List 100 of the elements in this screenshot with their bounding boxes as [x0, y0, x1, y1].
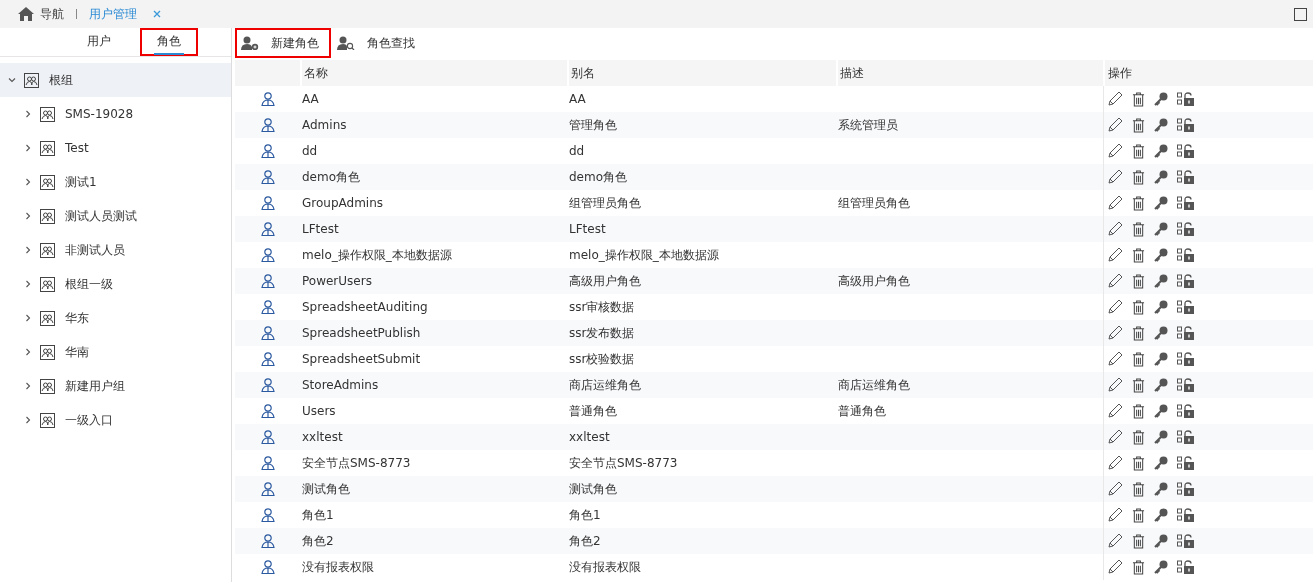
delete-icon[interactable] — [1132, 377, 1145, 393]
chevron-right-icon[interactable] — [24, 110, 32, 118]
key-icon[interactable] — [1154, 196, 1168, 210]
permission-lock-icon[interactable] — [1177, 508, 1194, 522]
edit-icon[interactable] — [1107, 273, 1123, 289]
edit-icon[interactable] — [1107, 325, 1123, 341]
find-role-button[interactable]: 角色查找 — [331, 28, 427, 58]
sidebar-tab[interactable]: 用户 — [70, 28, 128, 56]
delete-icon[interactable] — [1132, 273, 1145, 289]
permission-lock-icon[interactable] — [1177, 222, 1194, 236]
tree-item[interactable]: 测试人员测试 — [0, 199, 231, 233]
key-icon[interactable] — [1154, 300, 1168, 314]
permission-lock-icon[interactable] — [1177, 326, 1194, 340]
key-icon[interactable] — [1154, 430, 1168, 444]
tree-item[interactable]: 华南 — [0, 335, 231, 369]
permission-lock-icon[interactable] — [1177, 352, 1194, 366]
key-icon[interactable] — [1154, 118, 1168, 132]
tree-item[interactable]: 华东 — [0, 301, 231, 335]
key-icon[interactable] — [1154, 170, 1168, 184]
chevron-down-icon[interactable] — [8, 76, 16, 84]
close-icon[interactable] — [153, 10, 161, 18]
chevron-right-icon[interactable] — [24, 348, 32, 356]
delete-icon[interactable] — [1132, 195, 1145, 211]
key-icon[interactable] — [1154, 92, 1168, 106]
permission-lock-icon[interactable] — [1177, 248, 1194, 262]
permission-lock-icon[interactable] — [1177, 118, 1194, 132]
edit-icon[interactable] — [1107, 481, 1123, 497]
delete-icon[interactable] — [1132, 481, 1145, 497]
permission-lock-icon[interactable] — [1177, 170, 1194, 184]
permission-lock-icon[interactable] — [1177, 560, 1194, 574]
delete-icon[interactable] — [1132, 559, 1145, 575]
chevron-right-icon[interactable] — [24, 382, 32, 390]
permission-lock-icon[interactable] — [1177, 274, 1194, 288]
key-icon[interactable] — [1154, 508, 1168, 522]
permission-lock-icon[interactable] — [1177, 378, 1194, 392]
chevron-right-icon[interactable] — [24, 212, 32, 220]
edit-icon[interactable] — [1107, 351, 1123, 367]
edit-icon[interactable] — [1107, 221, 1123, 237]
permission-lock-icon[interactable] — [1177, 456, 1194, 470]
edit-icon[interactable] — [1107, 195, 1123, 211]
delete-icon[interactable] — [1132, 117, 1145, 133]
tree-item[interactable]: Test — [0, 131, 231, 165]
delete-icon[interactable] — [1132, 91, 1145, 107]
maximize-icon[interactable] — [1294, 8, 1307, 21]
edit-icon[interactable] — [1107, 429, 1123, 445]
chevron-right-icon[interactable] — [24, 314, 32, 322]
key-icon[interactable] — [1154, 560, 1168, 574]
chevron-right-icon[interactable] — [24, 280, 32, 288]
delete-icon[interactable] — [1132, 403, 1145, 419]
key-icon[interactable] — [1154, 326, 1168, 340]
edit-icon[interactable] — [1107, 377, 1123, 393]
chevron-right-icon[interactable] — [24, 246, 32, 254]
key-icon[interactable] — [1154, 482, 1168, 496]
edit-icon[interactable] — [1107, 299, 1123, 315]
sidebar-tab[interactable]: 角色 — [140, 28, 198, 56]
edit-icon[interactable] — [1107, 507, 1123, 523]
delete-icon[interactable] — [1132, 455, 1145, 471]
permission-lock-icon[interactable] — [1177, 404, 1194, 418]
edit-icon[interactable] — [1107, 403, 1123, 419]
key-icon[interactable] — [1154, 378, 1168, 392]
key-icon[interactable] — [1154, 144, 1168, 158]
permission-lock-icon[interactable] — [1177, 300, 1194, 314]
permission-lock-icon[interactable] — [1177, 92, 1194, 106]
edit-icon[interactable] — [1107, 143, 1123, 159]
permission-lock-icon[interactable] — [1177, 144, 1194, 158]
delete-icon[interactable] — [1132, 533, 1145, 549]
edit-icon[interactable] — [1107, 169, 1123, 185]
tree-item[interactable]: SMS-19028 — [0, 97, 231, 131]
key-icon[interactable] — [1154, 274, 1168, 288]
delete-icon[interactable] — [1132, 507, 1145, 523]
nav-tab[interactable]: 用户管理 — [87, 5, 139, 23]
delete-icon[interactable] — [1132, 169, 1145, 185]
delete-icon[interactable] — [1132, 351, 1145, 367]
edit-icon[interactable] — [1107, 455, 1123, 471]
key-icon[interactable] — [1154, 456, 1168, 470]
edit-icon[interactable] — [1107, 533, 1123, 549]
permission-lock-icon[interactable] — [1177, 482, 1194, 496]
delete-icon[interactable] — [1132, 325, 1145, 341]
delete-icon[interactable] — [1132, 221, 1145, 237]
permission-lock-icon[interactable] — [1177, 196, 1194, 210]
edit-icon[interactable] — [1107, 91, 1123, 107]
key-icon[interactable] — [1154, 352, 1168, 366]
delete-icon[interactable] — [1132, 299, 1145, 315]
nav-tab[interactable]: 导航 — [16, 5, 66, 23]
key-icon[interactable] — [1154, 404, 1168, 418]
permission-lock-icon[interactable] — [1177, 430, 1194, 444]
chevron-right-icon[interactable] — [24, 178, 32, 186]
tree-item[interactable]: 一级入口 — [0, 403, 231, 437]
tree-item[interactable]: 新建用户组 — [0, 369, 231, 403]
permission-lock-icon[interactable] — [1177, 534, 1194, 548]
chevron-right-icon[interactable] — [24, 144, 32, 152]
tree-item[interactable]: 根组 — [0, 63, 231, 97]
key-icon[interactable] — [1154, 222, 1168, 236]
tree-item[interactable]: 根组一级 — [0, 267, 231, 301]
edit-icon[interactable] — [1107, 559, 1123, 575]
tree-item[interactable]: 测试1 — [0, 165, 231, 199]
delete-icon[interactable] — [1132, 247, 1145, 263]
key-icon[interactable] — [1154, 248, 1168, 262]
delete-icon[interactable] — [1132, 143, 1145, 159]
delete-icon[interactable] — [1132, 429, 1145, 445]
